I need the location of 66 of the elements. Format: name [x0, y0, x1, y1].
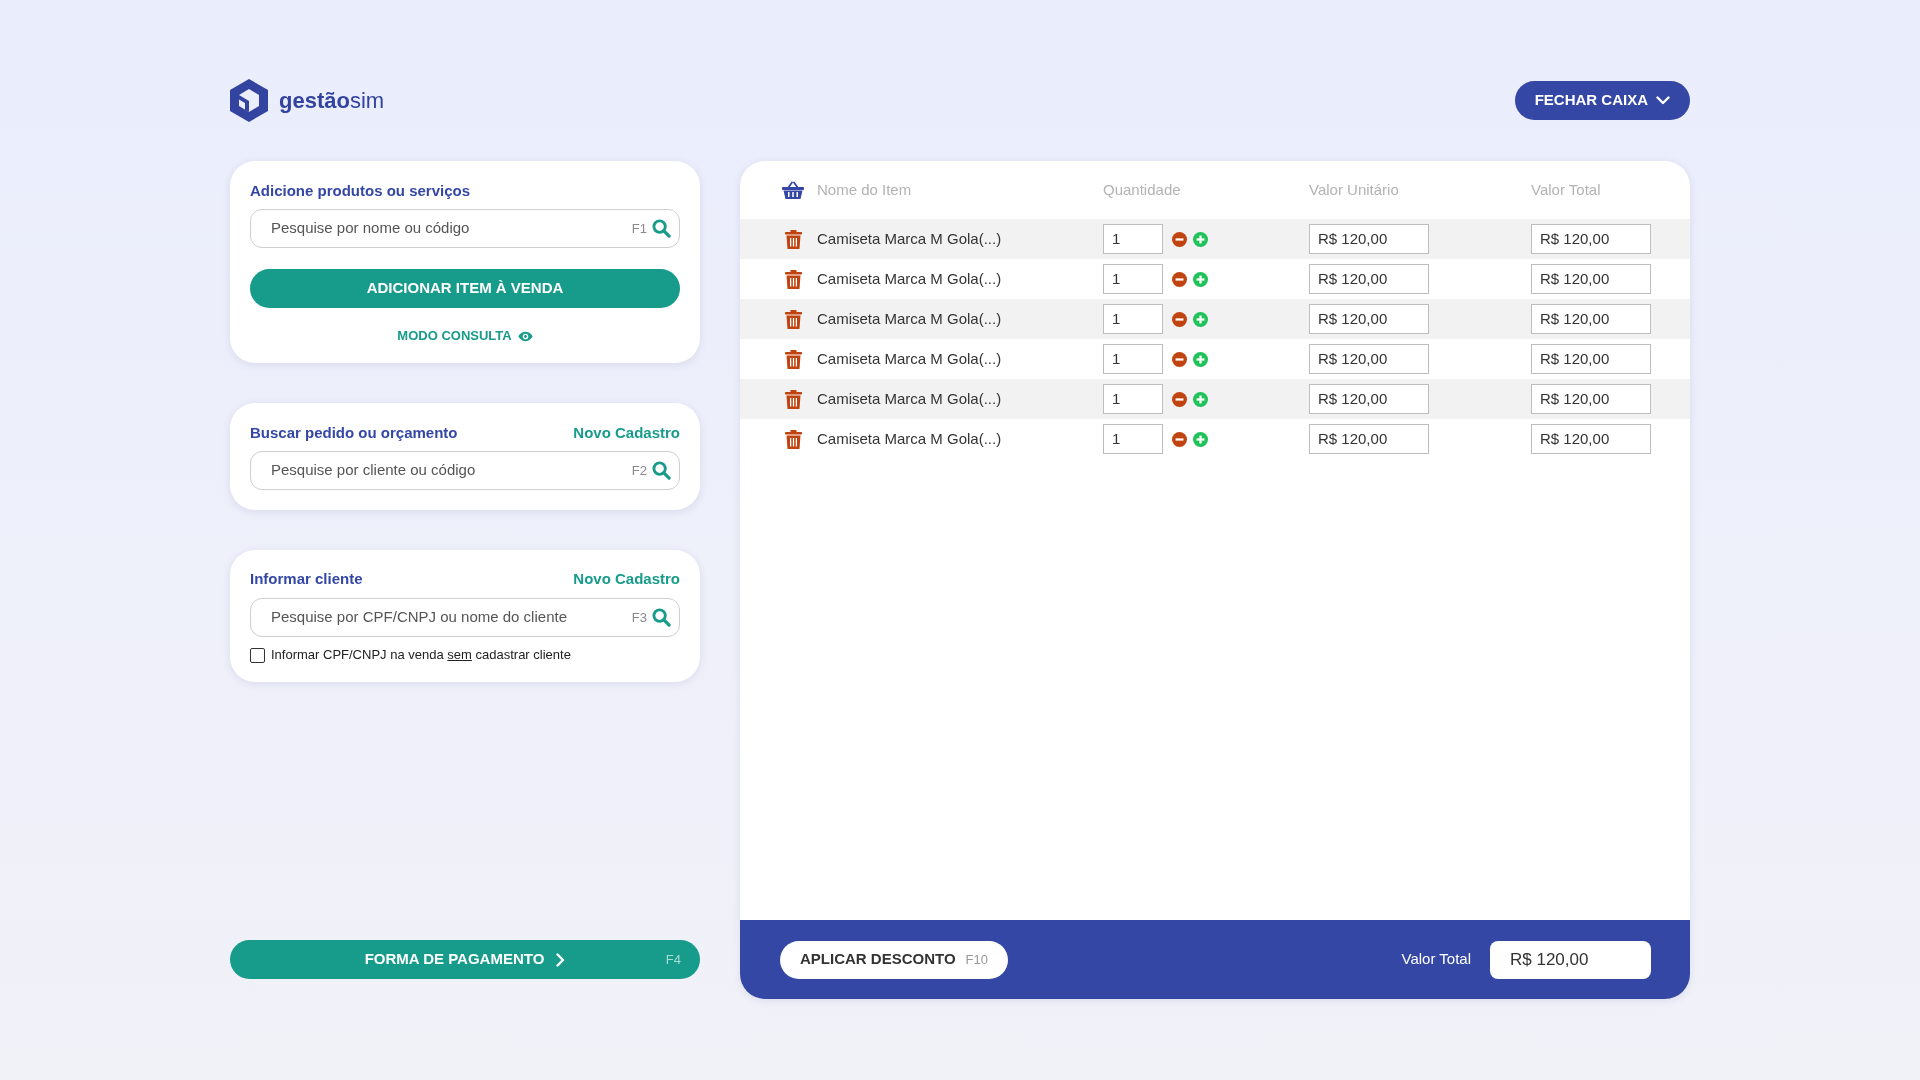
minus-circle-icon[interactable] [1172, 311, 1187, 327]
minus-circle-icon[interactable] [1172, 271, 1187, 287]
chevron-down-icon [1656, 96, 1670, 105]
basket-icon [782, 181, 804, 199]
shortcut-hint: F3 [631, 608, 647, 627]
item-name: Camiseta Marca M Gola(...) [817, 428, 1002, 449]
eye-icon [517, 330, 533, 342]
search-field[interactable]: Pesquise por cliente ou código F2 [250, 451, 680, 490]
trash-icon[interactable] [784, 429, 802, 449]
unit-price-field[interactable]: R$ 120,00 [1309, 264, 1429, 294]
search-field[interactable]: Pesquise por nome ou código F1 [250, 209, 680, 248]
unit-price-field[interactable]: R$ 120,00 [1309, 224, 1429, 254]
search-icon[interactable] [652, 461, 671, 480]
search-field[interactable]: Pesquise por CPF/CNPJ ou nome do cliente F3 [250, 598, 680, 637]
item-name: Camiseta Marca M Gola(...) [817, 228, 1002, 249]
card-title: Informar cliente [250, 570, 363, 588]
minus-circle-icon[interactable] [1172, 431, 1187, 447]
card-title: Buscar pedido ou orçamento [250, 424, 458, 442]
checkbox[interactable] [250, 647, 265, 663]
quantity-field[interactable]: 1 [1103, 424, 1163, 454]
unit-price-field[interactable]: R$ 120,00 [1309, 304, 1429, 334]
total-price-field[interactable]: R$ 120,00 [1531, 304, 1651, 334]
quantity-field[interactable]: 1 [1103, 384, 1163, 414]
shortcut-hint: F4 [665, 950, 681, 969]
column-header: Quantidade [1103, 179, 1181, 200]
unit-price-field[interactable]: R$ 120,00 [1309, 424, 1429, 454]
total-label: Valor Total [1401, 949, 1471, 970]
quantity-field[interactable]: 1 [1103, 304, 1163, 334]
trash-icon[interactable] [784, 229, 802, 249]
unit-price-field[interactable]: R$ 120,00 [1309, 384, 1429, 414]
item-name: Camiseta Marca M Gola(...) [817, 388, 1002, 409]
trash-icon[interactable] [784, 269, 802, 289]
trash-icon[interactable] [784, 309, 802, 329]
shortcut-hint: F10 [965, 950, 988, 969]
total-price-field[interactable]: R$ 120,00 [1531, 384, 1651, 414]
unit-price-field[interactable]: R$ 120,00 [1309, 344, 1429, 374]
checkbox-label: Informar CPF/CNPJ na venda sem cadastrar cliente [271, 646, 571, 665]
quantity-field[interactable]: 1 [1103, 264, 1163, 294]
chevron-right-icon [556, 952, 566, 967]
total-price-field[interactable]: R$ 120,00 [1531, 424, 1651, 454]
cube-logo-icon [230, 79, 268, 122]
total-price-field[interactable]: R$ 120,00 [1531, 344, 1651, 374]
minus-circle-icon[interactable] [1172, 351, 1187, 367]
minus-circle-icon[interactable] [1172, 391, 1187, 407]
trash-icon[interactable] [784, 389, 802, 409]
shortcut-hint: F2 [631, 461, 647, 480]
item-name: Camiseta Marca M Gola(...) [817, 268, 1002, 289]
minus-circle-icon[interactable] [1172, 231, 1187, 247]
total-price-field[interactable]: R$ 120,00 [1531, 264, 1651, 294]
card-title: Adicione produtos ou serviços [250, 182, 472, 200]
item-name: Camiseta Marca M Gola(...) [817, 348, 1002, 369]
apply-discount-button[interactable]: APLICAR DESCONTO F10 [780, 940, 1008, 979]
close-register-button[interactable]: FECHAR CAIXA [1514, 81, 1690, 120]
item-name: Camiseta Marca M Gola(...) [817, 308, 1002, 329]
trash-icon[interactable] [784, 349, 802, 369]
column-header: Nome do Item [817, 179, 912, 200]
quantity-field[interactable]: 1 [1103, 344, 1163, 374]
total-value-field: R$ 120,00 [1490, 940, 1651, 979]
shortcut-hint: F1 [631, 219, 647, 238]
brand-name: gestãosim [279, 87, 385, 115]
search-icon[interactable] [652, 608, 671, 627]
total-price-field[interactable]: R$ 120,00 [1531, 224, 1651, 254]
search-icon[interactable] [652, 219, 671, 238]
quantity-field[interactable]: 1 [1103, 224, 1163, 254]
column-header: Valor Total [1531, 179, 1601, 200]
column-header: Valor Unitário [1309, 179, 1399, 200]
